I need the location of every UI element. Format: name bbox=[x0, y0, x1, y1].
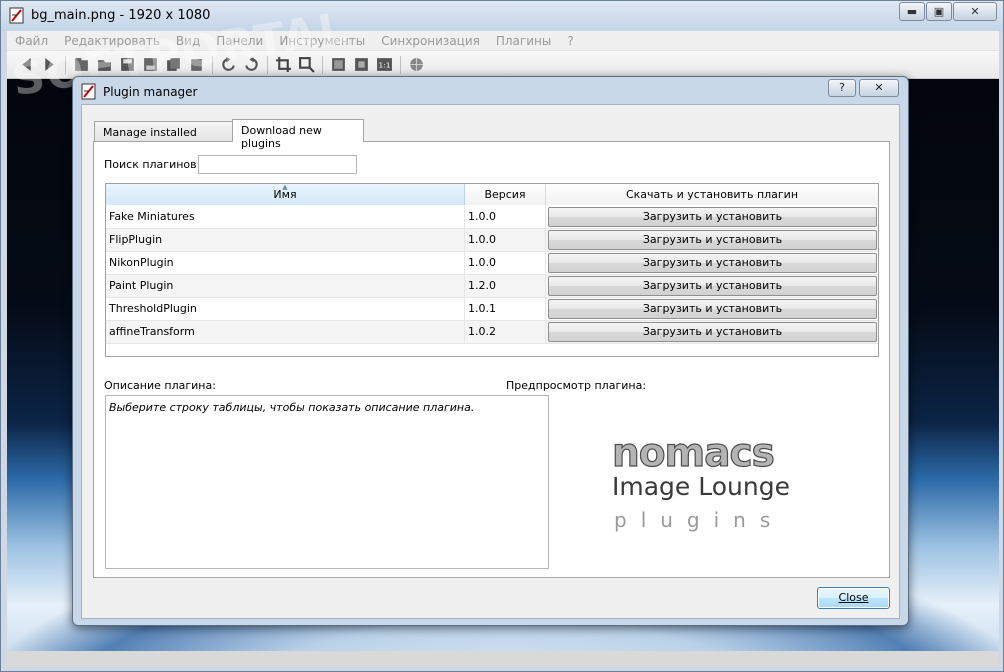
app-icon bbox=[81, 83, 96, 100]
logo-tag-text: plugins bbox=[614, 508, 785, 532]
plugin-name: NikonPlugin bbox=[106, 252, 465, 274]
app-icon bbox=[9, 7, 24, 24]
plugin-preview-logo: nomacs Image Lounge plugins bbox=[611, 431, 822, 545]
zoom-100-icon[interactable]: 1:1 bbox=[375, 56, 393, 74]
plugin-name: affineTransform bbox=[106, 321, 465, 343]
table-row[interactable]: NikonPlugin 1.0.0 Загрузить и установить bbox=[106, 252, 878, 275]
description-label: Описание плагина: bbox=[104, 379, 216, 392]
table-row[interactable]: Paint Plugin 1.2.0 Загрузить и установит… bbox=[106, 275, 878, 298]
status-bar bbox=[7, 651, 999, 667]
window-title: bg_main.png - 1920 x 1080 bbox=[31, 8, 211, 23]
column-header-name[interactable]: ▲ Имя bbox=[106, 183, 465, 205]
fullscreen-icon[interactable] bbox=[329, 56, 347, 74]
menu-help[interactable]: ? bbox=[559, 31, 581, 50]
title-bar[interactable]: bg_main.png - 1920 x 1080 ▬ ▣ ✕ bbox=[1, 1, 1003, 31]
menu-sync[interactable]: Синхронизация bbox=[373, 31, 488, 50]
plugin-version: 1.0.2 bbox=[465, 321, 546, 343]
dialog-title: Plugin manager bbox=[103, 85, 198, 99]
description-text: Выберите строку таблицы, чтобы показать … bbox=[105, 395, 549, 569]
tab-manage-installed[interactable]: Manage installed plugins bbox=[94, 121, 233, 152]
close-button[interactable]: Close bbox=[817, 587, 890, 609]
dialog-close-icon[interactable]: ✕ bbox=[859, 79, 899, 97]
plugin-name: Fake Miniatures bbox=[106, 206, 465, 228]
logo-main-text: nomacs bbox=[611, 431, 775, 476]
table-row[interactable]: affineTransform 1.0.2 Загрузить и устано… bbox=[106, 321, 878, 344]
close-window-button[interactable]: ✕ bbox=[953, 2, 997, 21]
plugin-version: 1.0.0 bbox=[465, 229, 546, 251]
dialog-title-bar[interactable]: Plugin manager ? ✕ bbox=[73, 77, 908, 105]
svg-text:1:1: 1:1 bbox=[378, 61, 390, 70]
install-button[interactable]: Загрузить и установить bbox=[548, 207, 877, 227]
install-button[interactable]: Загрузить и установить bbox=[548, 230, 877, 250]
maximize-button[interactable]: ▣ bbox=[926, 2, 952, 21]
logo-sub-text: Image Lounge bbox=[612, 472, 790, 501]
plugin-name: FlipPlugin bbox=[106, 229, 465, 251]
menu-plugins[interactable]: Плагины bbox=[488, 31, 559, 50]
table-row[interactable]: FlipPlugin 1.0.0 Загрузить и установить bbox=[106, 229, 878, 252]
table-row[interactable]: Fake Miniatures 1.0.0 Загрузить и устано… bbox=[106, 206, 878, 229]
install-button[interactable]: Загрузить и установить bbox=[548, 276, 877, 296]
table-header: ▲ Имя Версия Скачать и установить плагин bbox=[106, 183, 878, 205]
minimize-button[interactable]: ▬ bbox=[899, 2, 925, 21]
install-button[interactable]: Загрузить и установить bbox=[548, 253, 877, 273]
tab-panel: Поиск плагинов: ▲ Имя Версия Скачать и у… bbox=[93, 141, 890, 578]
web-icon[interactable] bbox=[407, 56, 425, 74]
plugin-version: 1.0.0 bbox=[465, 206, 546, 228]
column-header-action[interactable]: Скачать и установить плагин bbox=[546, 184, 878, 205]
preview-label: Предпросмотр плагина: bbox=[506, 379, 647, 392]
plugin-name: ThresholdPlugin bbox=[106, 298, 465, 320]
plugin-name: Paint Plugin bbox=[106, 275, 465, 297]
help-button[interactable]: ? bbox=[828, 79, 856, 97]
column-header-version[interactable]: Версия bbox=[465, 184, 546, 205]
plugin-version: 1.0.0 bbox=[465, 252, 546, 274]
menu-file[interactable]: Файл bbox=[7, 31, 56, 50]
fit-icon[interactable] bbox=[352, 56, 370, 74]
plugin-version: 1.0.1 bbox=[465, 298, 546, 320]
plugin-manager-dialog: Plugin manager ? ✕ Manage installed plug… bbox=[72, 76, 909, 626]
search-input[interactable] bbox=[198, 155, 357, 174]
plugin-table: ▲ Имя Версия Скачать и установить плагин… bbox=[105, 183, 879, 357]
table-row[interactable]: ThresholdPlugin 1.0.1 Загрузить и устано… bbox=[106, 298, 878, 321]
install-button[interactable]: Загрузить и установить bbox=[548, 299, 877, 319]
search-label: Поиск плагинов: bbox=[104, 158, 201, 171]
sort-ascending-icon: ▲ bbox=[282, 183, 288, 191]
plugin-version: 1.2.0 bbox=[465, 275, 546, 297]
dialog-body: Manage installed plugins Download new pl… bbox=[81, 104, 900, 619]
install-button[interactable]: Загрузить и установить bbox=[548, 322, 877, 342]
tab-download-new[interactable]: Download new plugins bbox=[232, 119, 364, 150]
